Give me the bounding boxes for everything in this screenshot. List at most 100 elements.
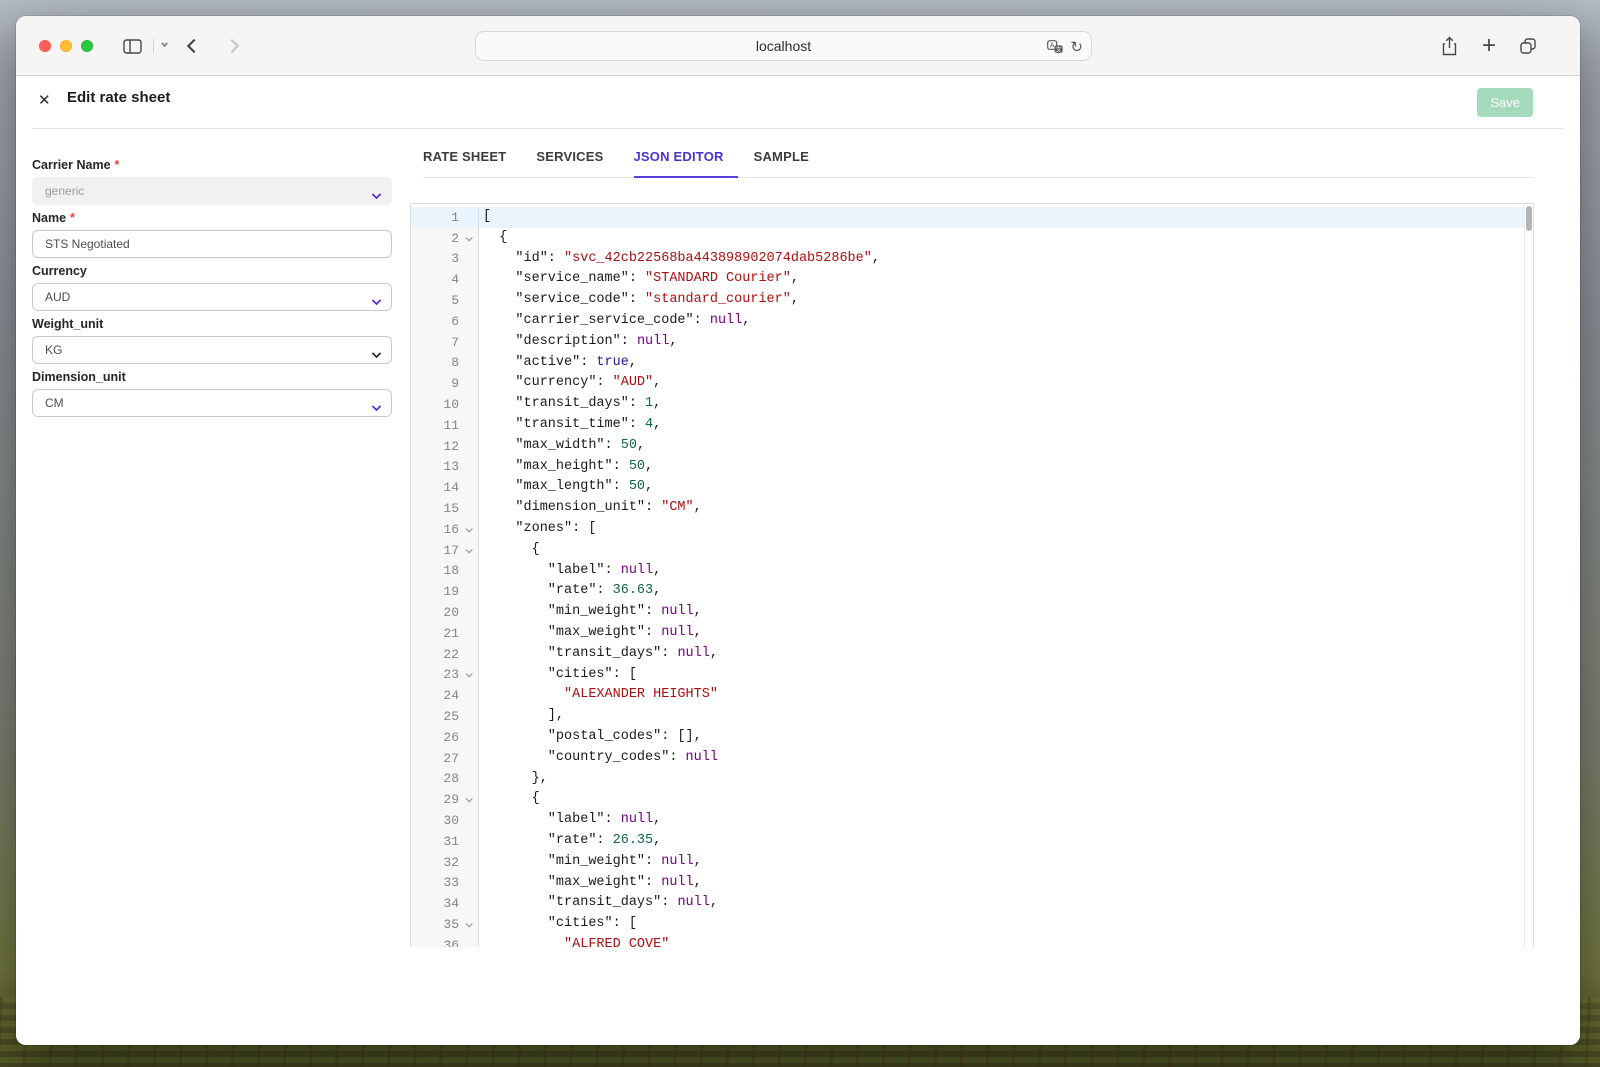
- close-window-button[interactable]: [39, 40, 51, 52]
- line-number: 10: [411, 397, 459, 412]
- editor-line: 22 "transit_days": null,: [411, 644, 1533, 665]
- editor-code: "service_code": "standard_courier",: [479, 290, 1533, 311]
- editor-line: 27 "country_codes": null: [411, 748, 1533, 769]
- editor-code: "active": true,: [479, 353, 1533, 374]
- reload-icon[interactable]: ↻: [1070, 40, 1083, 55]
- form-field: Dimension_unit CM: [32, 370, 392, 417]
- line-number: 22: [411, 647, 459, 662]
- editor-line: 28 },: [411, 769, 1533, 790]
- field-label: Weight_unit: [32, 317, 392, 331]
- tab-overview-icon[interactable]: [1517, 16, 1539, 76]
- editor-gutter-cell: 5: [411, 290, 479, 311]
- line-number: 28: [411, 771, 459, 786]
- fold-chevron-icon[interactable]: [466, 546, 473, 553]
- line-number: 12: [411, 439, 459, 454]
- line-number: 29: [411, 792, 459, 807]
- editor-code: {: [479, 789, 1533, 810]
- editor-line: 11 "transit_time": 4,: [411, 415, 1533, 436]
- line-number: 15: [411, 501, 459, 516]
- editor-code: "max_height": 50,: [479, 457, 1533, 478]
- line-number: 36: [411, 938, 459, 947]
- page-title: Edit rate sheet: [67, 89, 170, 106]
- forward-icon[interactable]: [224, 16, 240, 76]
- editor-gutter-cell: 4: [411, 269, 479, 290]
- editor-line: 31 "rate": 26.35,: [411, 831, 1533, 852]
- select-currency[interactable]: AUD: [32, 283, 392, 311]
- translate-icon[interactable]: A 文: [1047, 40, 1063, 54]
- line-number: 26: [411, 730, 459, 745]
- input-name[interactable]: STS Negotiated: [32, 230, 392, 258]
- minimize-window-button[interactable]: [60, 40, 72, 52]
- editor-scrollbar[interactable]: [1524, 205, 1533, 947]
- field-label: Currency: [32, 264, 392, 278]
- editor-gutter-cell: 34: [411, 893, 479, 914]
- editor-line: 1 [: [411, 207, 1533, 228]
- line-number: 35: [411, 917, 459, 932]
- editor-gutter-cell: 8: [411, 353, 479, 374]
- chevron-down-icon[interactable]: [157, 16, 171, 76]
- select-carrier-name[interactable]: generic: [32, 177, 392, 205]
- address-bar[interactable]: localhost A 文 ↻: [475, 31, 1092, 61]
- line-number: 11: [411, 418, 459, 433]
- editor-code: ],: [479, 706, 1533, 727]
- editor-line: 35 "cities": [: [411, 914, 1533, 935]
- editor-line: 34 "transit_days": null,: [411, 893, 1533, 914]
- tab-services[interactable]: SERVICES: [536, 143, 617, 177]
- fold-chevron-icon[interactable]: [466, 920, 473, 927]
- back-icon[interactable]: [186, 16, 202, 76]
- editor-code: "rate": 26.35,: [479, 831, 1533, 852]
- editor-gutter-cell: 16: [411, 519, 479, 540]
- fold-chevron-icon[interactable]: [466, 795, 473, 802]
- editor-code: },: [479, 769, 1533, 790]
- editor-code: "label": null,: [479, 810, 1533, 831]
- close-icon[interactable]: ✕: [38, 91, 51, 109]
- line-number: 32: [411, 855, 459, 870]
- line-number: 31: [411, 834, 459, 849]
- fold-chevron-icon[interactable]: [466, 671, 473, 678]
- select-weight_unit[interactable]: KG: [32, 336, 392, 364]
- tab-rate-sheet[interactable]: RATE SHEET: [423, 143, 520, 177]
- line-number: 6: [411, 314, 459, 329]
- editor-line: 2 {: [411, 228, 1533, 249]
- editor-scrollbar-thumb[interactable]: [1526, 206, 1532, 231]
- new-tab-icon[interactable]: +: [1478, 16, 1500, 76]
- editor-gutter-cell: 10: [411, 394, 479, 415]
- line-number: 16: [411, 522, 459, 537]
- editor-code: "max_weight": null,: [479, 623, 1533, 644]
- editor-gutter-cell: 6: [411, 311, 479, 332]
- share-icon[interactable]: [1438, 16, 1460, 76]
- editor-code: {: [479, 540, 1533, 561]
- editor-code: "cities": [: [479, 914, 1533, 935]
- line-number: 2: [411, 231, 459, 246]
- fold-chevron-icon[interactable]: [466, 234, 473, 241]
- editor-gutter-cell: 18: [411, 561, 479, 582]
- svg-text:文: 文: [1056, 44, 1063, 53]
- line-number: 17: [411, 543, 459, 558]
- editor-gutter-cell: 33: [411, 873, 479, 894]
- editor-line: 23 "cities": [: [411, 665, 1533, 686]
- fold-chevron-icon[interactable]: [466, 525, 473, 532]
- editor-line: 25 ],: [411, 706, 1533, 727]
- tab-json-editor[interactable]: JSON EDITOR: [634, 143, 738, 177]
- line-number: 13: [411, 459, 459, 474]
- editor-code: "transit_days": null,: [479, 644, 1533, 665]
- line-number: 21: [411, 626, 459, 641]
- editor-gutter-cell: 3: [411, 249, 479, 270]
- editor-line: 9 "currency": "AUD",: [411, 373, 1533, 394]
- sidebar-icon[interactable]: [121, 16, 143, 76]
- line-number: 33: [411, 875, 459, 890]
- line-number: 25: [411, 709, 459, 724]
- line-number: 19: [411, 584, 459, 599]
- browser-toolbar: localhost A 文 ↻ +: [16, 16, 1580, 76]
- editor-line: 26 "postal_codes": [],: [411, 727, 1533, 748]
- header-divider: [32, 128, 1564, 129]
- save-button[interactable]: Save: [1477, 88, 1533, 117]
- editor-line: 6 "carrier_service_code": null,: [411, 311, 1533, 332]
- line-number: 30: [411, 813, 459, 828]
- editor-gutter-cell: 27: [411, 748, 479, 769]
- tab-sample[interactable]: SAMPLE: [754, 143, 823, 177]
- zoom-window-button[interactable]: [81, 40, 93, 52]
- select-dimension_unit[interactable]: CM: [32, 389, 392, 417]
- editor-gutter-cell: 22: [411, 644, 479, 665]
- json-editor[interactable]: 1 [ 2 { 3 "id": "svc_42cb22568ba44389890…: [410, 203, 1534, 947]
